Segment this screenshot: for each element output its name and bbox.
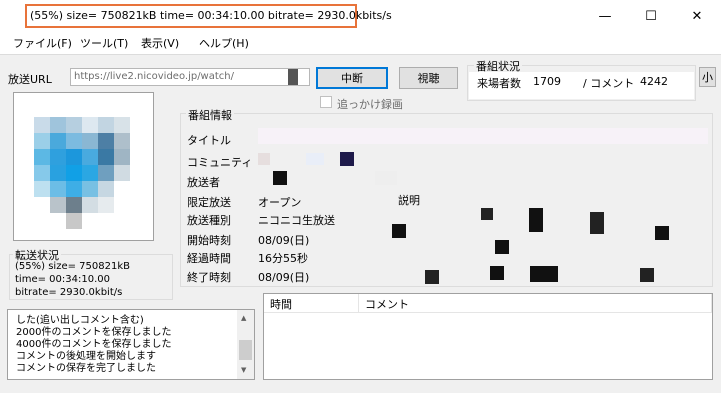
menu-view[interactable]: 表示(V) bbox=[141, 35, 179, 51]
community-redaction-3 bbox=[340, 152, 354, 166]
close-button[interactable]: ✕ bbox=[674, 0, 720, 32]
description-label: 説明 bbox=[398, 194, 420, 207]
scroll-down-icon[interactable]: ▼ bbox=[241, 366, 246, 374]
info-value-end: 08/09(日) bbox=[258, 271, 310, 284]
community-redaction-2 bbox=[306, 153, 324, 165]
desc-redaction-1 bbox=[481, 208, 493, 220]
info-label-start: 開始時刻 bbox=[187, 234, 231, 247]
comment-listview[interactable]: 時間 コメント bbox=[263, 293, 713, 380]
column-header-comment[interactable]: コメント bbox=[359, 294, 712, 313]
transfer-line-size: (55%) size= 750821kB bbox=[15, 261, 130, 272]
desc-redaction-5 bbox=[495, 240, 509, 254]
desc-redaction-9 bbox=[530, 266, 558, 282]
chase-record-checkbox[interactable] bbox=[320, 96, 332, 108]
desc-redaction-6 bbox=[655, 226, 669, 240]
community-redaction-1 bbox=[258, 153, 270, 165]
comments-label: / コメント bbox=[583, 77, 635, 90]
transfer-line-time: time= 00:34:10.00 bbox=[15, 274, 110, 285]
log-listbox[interactable]: した(追い出しコメント含む) 2000件のコメントを保存しました 4000件のコ… bbox=[7, 309, 255, 380]
url-redaction bbox=[288, 69, 298, 85]
log-line: コメントの保存を完了しました bbox=[16, 363, 156, 374]
window-title: (55%) size= 750821kB time= 00:34:10.00 b… bbox=[30, 9, 392, 22]
scroll-up-icon[interactable]: ▲ bbox=[241, 314, 246, 322]
url-value: https://live2.nicovideo.jp/watch/ bbox=[74, 71, 234, 82]
url-label: 放送URL bbox=[8, 73, 52, 86]
menu-file[interactable]: ファイル(F) bbox=[13, 35, 72, 51]
info-value-elapsed: 16分55秒 bbox=[258, 252, 308, 265]
chase-record-label: 追っかけ録画 bbox=[337, 98, 403, 111]
desc-redaction-8 bbox=[490, 266, 504, 280]
program-thumbnail bbox=[13, 92, 154, 241]
info-label-title: タイトル bbox=[187, 134, 231, 147]
comments-count: 4242 bbox=[640, 75, 668, 88]
minimize-button[interactable]: — bbox=[582, 0, 628, 32]
log-scroll-thumb[interactable] bbox=[239, 340, 252, 360]
broadcaster-redaction-2 bbox=[375, 171, 397, 185]
desc-redaction-10 bbox=[640, 268, 654, 282]
info-value-type: ニコニコ生放送 bbox=[258, 214, 335, 227]
info-label-elapsed: 経過時間 bbox=[187, 252, 231, 265]
info-value-start: 08/09(日) bbox=[258, 234, 310, 247]
small-button[interactable]: 小 bbox=[699, 67, 716, 87]
column-header-time[interactable]: 時間 bbox=[264, 294, 359, 313]
desc-redaction-7 bbox=[425, 270, 439, 284]
maximize-button[interactable]: ☐ bbox=[628, 0, 674, 32]
info-label-type: 放送種別 bbox=[187, 214, 231, 227]
desc-redaction-2 bbox=[529, 208, 543, 232]
broadcaster-redaction bbox=[273, 171, 287, 185]
desc-redaction-3 bbox=[590, 212, 604, 234]
viewers-count: 1709 bbox=[533, 75, 561, 88]
info-label-broadcaster: 放送者 bbox=[187, 176, 220, 189]
title-redaction bbox=[258, 128, 708, 144]
info-value-restricted: オープン bbox=[258, 196, 302, 209]
desc-redaction-4 bbox=[392, 224, 406, 238]
program-info-title: 番組情報 bbox=[186, 107, 234, 123]
info-label-end: 終了時刻 bbox=[187, 271, 231, 284]
url-input[interactable]: https://live2.nicovideo.jp/watch/ bbox=[70, 68, 310, 86]
interrupt-button[interactable]: 中断 bbox=[316, 67, 388, 89]
viewers-label: 来場者数 bbox=[477, 77, 521, 90]
transfer-line-bitrate: bitrate= 2930.0kbit/s bbox=[15, 287, 123, 298]
menu-help[interactable]: ヘルプ(H) bbox=[199, 35, 249, 51]
menu-tools[interactable]: ツール(T) bbox=[80, 35, 128, 51]
watch-button[interactable]: 視聴 bbox=[399, 67, 458, 89]
info-label-restricted: 限定放送 bbox=[187, 196, 231, 209]
info-label-community: コミュニティ bbox=[187, 156, 253, 169]
